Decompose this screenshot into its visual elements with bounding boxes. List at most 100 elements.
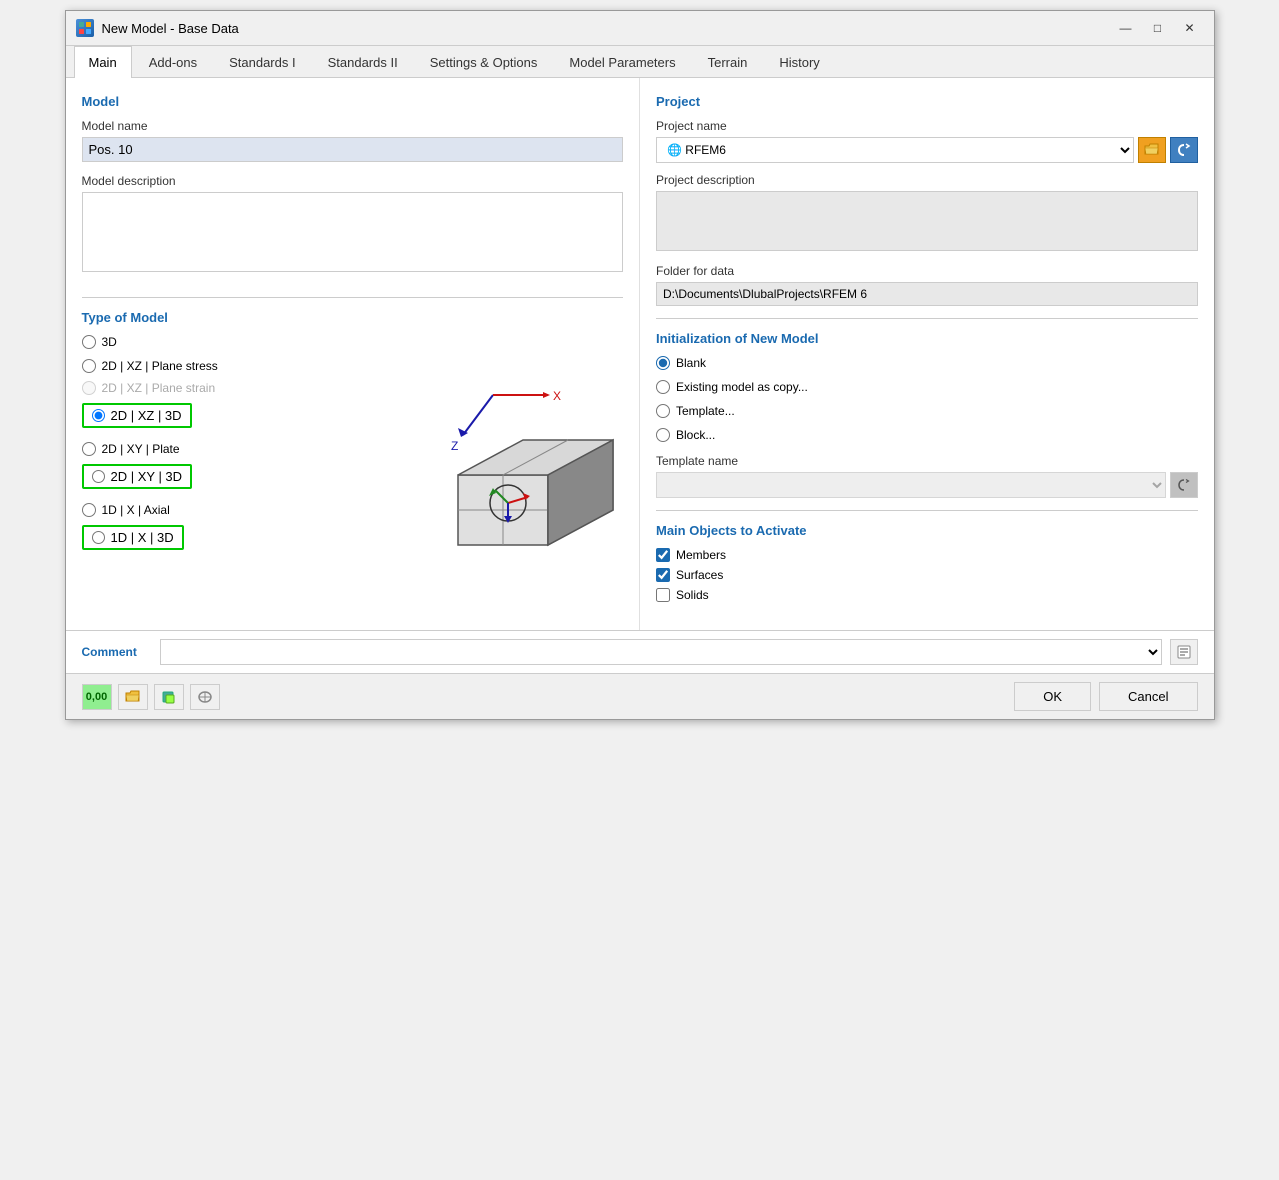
- init-existing-label: Existing model as copy...: [676, 380, 808, 394]
- radio-3d: 3D: [82, 335, 364, 349]
- comment-label: Comment: [82, 645, 152, 659]
- radio-2d-xy-3d-label: 2D | XY | 3D: [111, 469, 183, 484]
- surfaces-checkbox[interactable]: [656, 568, 670, 582]
- model-name-input[interactable]: [82, 137, 624, 162]
- tab-model-params[interactable]: Model Parameters: [554, 46, 690, 78]
- folder-label: Folder for data: [656, 264, 1198, 278]
- app-icon: [76, 19, 94, 37]
- radio-2d-xz-strain-input: [82, 381, 96, 395]
- project-name-select[interactable]: 🌐 RFEM6: [656, 137, 1134, 163]
- value-display: 0,00: [82, 684, 112, 710]
- radio-2d-xz-plane-stress: 2D | XZ | Plane stress: [82, 359, 364, 373]
- init-existing: Existing model as copy...: [656, 380, 1198, 394]
- init-blank: Blank: [656, 356, 1198, 370]
- bottom-icon-3[interactable]: [190, 684, 220, 710]
- bottom-bar: 0,00 OK: [66, 673, 1214, 719]
- model-3d-svg: Z X: [363, 335, 623, 575]
- tab-main[interactable]: Main: [74, 46, 132, 78]
- radio-2d-xz-strain-label: 2D | XZ | Plane strain: [102, 381, 216, 395]
- members-checkbox-item: Members: [656, 548, 1198, 562]
- project-description-input[interactable]: [656, 191, 1198, 251]
- solids-checkbox-item: Solids: [656, 588, 1198, 602]
- init-section: Initialization of New Model Blank Existi…: [656, 331, 1198, 498]
- radio-1d-x-axial: 1D | X | Axial: [82, 503, 364, 517]
- init-blank-label: Blank: [676, 356, 706, 370]
- init-template-radio[interactable]: [656, 404, 670, 418]
- surfaces-label: Surfaces: [676, 568, 723, 582]
- title-bar-left: New Model - Base Data: [76, 19, 239, 37]
- model-section-title: Model: [82, 94, 624, 109]
- radio-2d-xy-3d-bordered[interactable]: 2D | XY | 3D: [82, 464, 193, 489]
- maximize-button[interactable]: □: [1144, 17, 1172, 39]
- surfaces-checkbox-item: Surfaces: [656, 568, 1198, 582]
- ok-button[interactable]: OK: [1014, 682, 1091, 711]
- init-blank-radio[interactable]: [656, 356, 670, 370]
- model-description-label: Model description: [82, 174, 624, 188]
- tab-terrain[interactable]: Terrain: [693, 46, 763, 78]
- bottom-icon-1[interactable]: [118, 684, 148, 710]
- radio-1d-x-3d-label: 1D | X | 3D: [111, 530, 174, 545]
- init-template-label: Template...: [676, 404, 735, 418]
- tab-standards2[interactable]: Standards II: [313, 46, 413, 78]
- radio-3d-label: 3D: [102, 335, 117, 349]
- tab-addons[interactable]: Add-ons: [134, 46, 212, 78]
- radio-2d-xz-3d-label: 2D | XZ | 3D: [111, 408, 182, 423]
- template-name-select[interactable]: [656, 472, 1166, 498]
- radio-2d-xz-3d-bordered[interactable]: 2D | XZ | 3D: [82, 403, 192, 428]
- radio-1d-x-3d-input[interactable]: [92, 531, 105, 544]
- init-section-title: Initialization of New Model: [656, 331, 1198, 346]
- main-window: New Model - Base Data — □ ✕ Main Add-ons…: [65, 10, 1215, 720]
- radio-2d-xz-3d-input[interactable]: [92, 409, 105, 422]
- radio-1d-x-3d-bordered[interactable]: 1D | X | 3D: [82, 525, 184, 550]
- content-area: Model Model name Model description Type …: [66, 78, 1214, 673]
- bottom-icons-group: 0,00: [82, 684, 220, 710]
- folder-path-display: D:\Documents\DlubalProjects\RFEM 6: [656, 282, 1198, 306]
- cancel-button[interactable]: Cancel: [1099, 682, 1197, 711]
- init-template: Template...: [656, 404, 1198, 418]
- tab-bar: Main Add-ons Standards I Standards II Se…: [66, 46, 1214, 78]
- type-section-title: Type of Model: [82, 310, 624, 325]
- radio-2d-xz-stress-input[interactable]: [82, 359, 96, 373]
- members-checkbox[interactable]: [656, 548, 670, 562]
- template-name-row: [656, 472, 1198, 498]
- init-block-radio[interactable]: [656, 428, 670, 442]
- model-description-input[interactable]: [82, 192, 624, 272]
- solids-checkbox[interactable]: [656, 588, 670, 602]
- radio-1d-x-axial-input[interactable]: [82, 503, 96, 517]
- tab-settings[interactable]: Settings & Options: [415, 46, 553, 78]
- project-folder-button[interactable]: [1138, 137, 1166, 163]
- type-of-model-section: Type of Model 3D 2D | XZ | Plane: [82, 310, 624, 578]
- comment-action-button[interactable]: [1170, 639, 1198, 665]
- action-buttons: OK Cancel: [1014, 682, 1197, 711]
- tab-history[interactable]: History: [764, 46, 834, 78]
- left-panel: Model Model name Model description Type …: [66, 78, 641, 630]
- bottom-icon-2[interactable]: [154, 684, 184, 710]
- window-controls: — □ ✕: [1112, 17, 1204, 39]
- tab-standards1[interactable]: Standards I: [214, 46, 311, 78]
- init-block: Block...: [656, 428, 1198, 442]
- init-radio-group: Blank Existing model as copy... Template…: [656, 356, 1198, 442]
- init-existing-radio[interactable]: [656, 380, 670, 394]
- radio-2d-xy-3d-input[interactable]: [92, 470, 105, 483]
- svg-text:Z: Z: [451, 439, 458, 453]
- main-objects-title: Main Objects to Activate: [656, 523, 1198, 538]
- close-button[interactable]: ✕: [1176, 17, 1204, 39]
- radio-2d-xy-3d-wrapper: 2D | XY | 3D: [82, 464, 364, 489]
- radio-2d-xz-3d-wrapper: 2D | XZ | 3D: [82, 403, 364, 428]
- radio-3d-input[interactable]: [82, 335, 96, 349]
- template-name-label: Template name: [656, 454, 1198, 468]
- comment-input[interactable]: [160, 639, 1162, 665]
- project-name-label: Project name: [656, 119, 1198, 133]
- project-section-title: Project: [656, 94, 1198, 109]
- init-block-label: Block...: [676, 428, 715, 442]
- model-name-label: Model name: [82, 119, 624, 133]
- project-refresh-button[interactable]: [1170, 137, 1198, 163]
- radio-1d-x-axial-label: 1D | X | Axial: [102, 503, 170, 517]
- main-objects-section: Main Objects to Activate Members Surface…: [656, 523, 1198, 602]
- objects-checkbox-group: Members Surfaces Solids: [656, 548, 1198, 602]
- radio-2d-xy-plate-input[interactable]: [82, 442, 96, 456]
- radio-2d-xz-stress-label: 2D | XZ | Plane stress: [102, 359, 218, 373]
- minimize-button[interactable]: —: [1112, 17, 1140, 39]
- template-refresh-btn[interactable]: [1170, 472, 1198, 498]
- window-title: New Model - Base Data: [102, 21, 239, 36]
